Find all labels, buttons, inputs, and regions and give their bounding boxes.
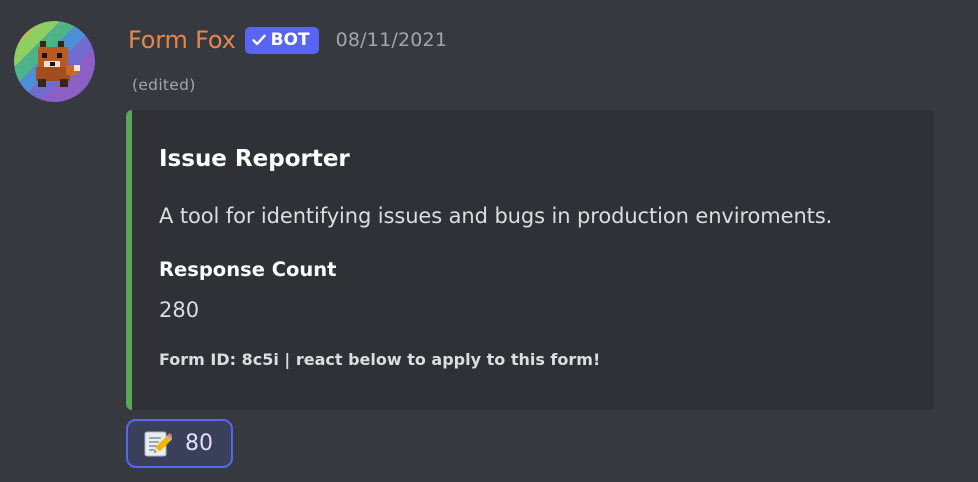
username[interactable]: Form Fox (128, 26, 236, 54)
fox-avatar-icon[interactable] (14, 21, 95, 102)
embed-field-value: 280 (159, 298, 200, 322)
embed-footer: Form ID: 8c5i | react below to apply to … (159, 350, 601, 369)
reaction-button[interactable]: 80 (126, 419, 233, 468)
reaction-count: 80 (185, 431, 213, 456)
memo-icon (141, 428, 173, 460)
embed-title: Issue Reporter (159, 146, 350, 172)
message-header: Form Fox BOT 08/11/2021 (128, 22, 447, 58)
timestamp[interactable]: 08/11/2021 (336, 29, 448, 51)
embed-field-name: Response Count (159, 258, 337, 281)
bot-tag-label: BOT (270, 30, 310, 50)
embed: Issue Reporter A tool for identifying is… (126, 110, 934, 410)
embed-description: A tool for identifying issues and bugs i… (159, 204, 833, 228)
checkmark-icon (251, 34, 266, 46)
edited-label: (edited) (132, 76, 196, 94)
bot-tag: BOT (244, 26, 319, 54)
